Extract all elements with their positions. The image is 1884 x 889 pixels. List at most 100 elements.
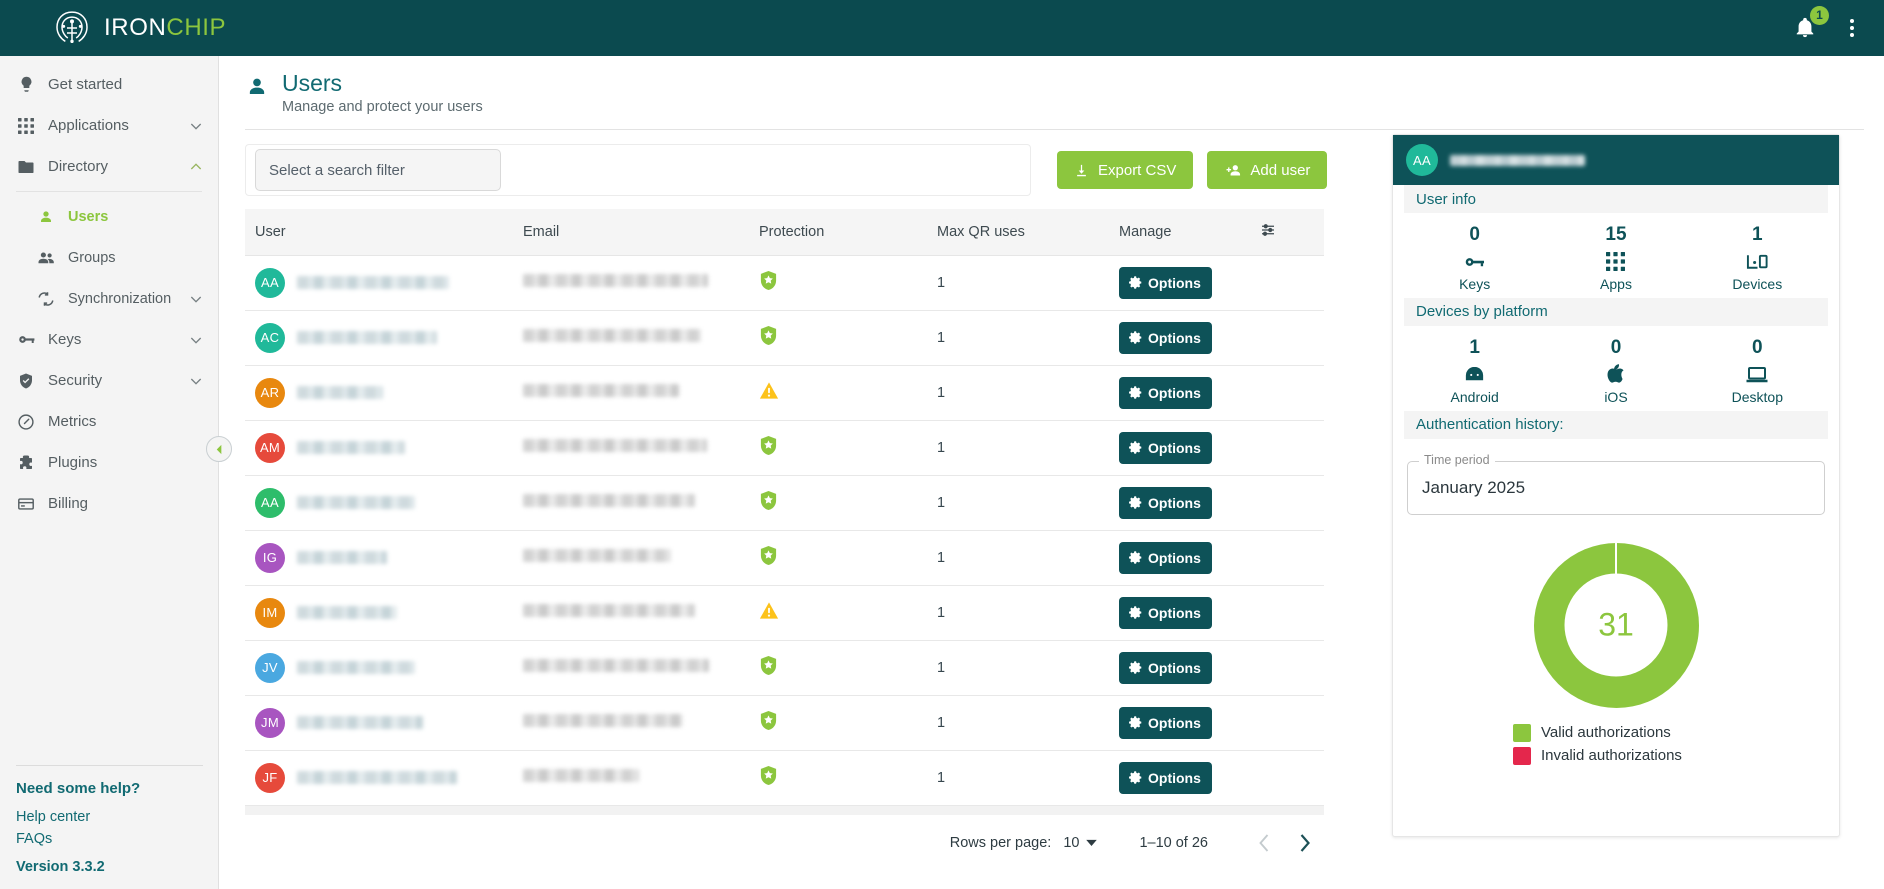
help-divider	[16, 765, 203, 766]
previous-page-button[interactable]	[1244, 823, 1284, 863]
time-period-label: Time period	[1419, 452, 1495, 467]
notifications-button[interactable]: 1	[1790, 6, 1829, 43]
user-info-heading: User info	[1404, 185, 1828, 213]
options-button[interactable]: Options	[1119, 706, 1212, 739]
max-qr-value: 1	[937, 604, 946, 621]
help-center-link[interactable]: Help center	[16, 809, 203, 825]
stat-value: 1	[1469, 336, 1480, 358]
options-button[interactable]: Options	[1119, 761, 1212, 794]
table-row[interactable]: IG 1 Options	[245, 530, 1324, 586]
sidebar-item-groups[interactable]: Groups	[0, 237, 218, 278]
cell-email	[513, 695, 749, 751]
table-row[interactable]: JV 1 Options	[245, 640, 1324, 696]
sidebar-item-security[interactable]: Security	[0, 360, 218, 401]
legend-label: Invalid authorizations	[1541, 747, 1682, 764]
table-row[interactable]: AA 1 Options	[245, 255, 1324, 311]
column-header-max-qr[interactable]: Max QR uses	[927, 209, 1109, 256]
options-button[interactable]: Options	[1119, 321, 1212, 354]
table-header-row: User Email Protection Max QR uses Manage	[245, 209, 1324, 256]
column-header-email[interactable]: Email	[513, 209, 749, 256]
sidebar-item-keys[interactable]: Keys	[0, 319, 218, 360]
options-button[interactable]: Options	[1119, 541, 1212, 574]
gear-icon	[1129, 551, 1142, 565]
table-row[interactable]: IM 1 Options	[245, 585, 1324, 641]
tune-icon[interactable]	[1259, 221, 1277, 243]
table-row[interactable]: AA 1 Options	[245, 475, 1324, 531]
max-qr-value: 1	[937, 549, 946, 566]
rows-per-page-select[interactable]: 10	[1063, 835, 1098, 851]
kebab-dot	[1850, 26, 1854, 30]
sidebar-collapse-button[interactable]	[206, 436, 232, 462]
add-user-button[interactable]: Add user	[1207, 151, 1328, 190]
more-options-button[interactable]	[1846, 15, 1858, 41]
sidebar-item-synchronization[interactable]: Synchronization	[0, 278, 218, 319]
cell-protection	[749, 310, 927, 366]
users-table: User Email Protection Max QR uses Manage	[245, 209, 1324, 806]
sidebar-item-applications[interactable]: Applications	[0, 105, 218, 146]
sidebar-item-get-started[interactable]: Get started	[0, 64, 218, 105]
puzzle-icon	[16, 453, 36, 473]
faqs-link[interactable]: FAQs	[16, 831, 203, 847]
devices-by-platform-heading: Devices by platform	[1404, 297, 1828, 326]
options-button[interactable]: Options	[1119, 651, 1212, 684]
sidebar-divider	[16, 191, 202, 192]
avatar: IG	[255, 542, 285, 573]
shield-star-icon	[760, 435, 777, 455]
chevron-down-icon	[190, 296, 202, 303]
redacted-email	[523, 273, 708, 287]
options-button[interactable]: Options	[1119, 596, 1212, 629]
stat-label: iOS	[1604, 388, 1628, 405]
max-qr-value: 1	[937, 769, 946, 786]
cell-manage: Options	[1109, 530, 1324, 586]
cell-email	[513, 365, 749, 421]
key-icon	[1404, 249, 1545, 275]
redacted-user-name	[297, 276, 449, 290]
column-header-protection[interactable]: Protection	[749, 209, 927, 256]
options-button[interactable]: Options	[1119, 486, 1212, 519]
sidebar-item-plugins[interactable]: Plugins	[0, 442, 218, 483]
sync-icon	[36, 289, 56, 309]
users-page-icon	[246, 76, 268, 103]
brand-name-second: CHIP	[166, 14, 227, 41]
sidebar-item-metrics[interactable]: Metrics	[0, 401, 218, 442]
kebab-dot	[1850, 19, 1854, 23]
sidebar-item-label: Synchronization	[68, 290, 172, 307]
options-label: Options	[1148, 714, 1201, 731]
column-header-user[interactable]: User	[245, 209, 513, 256]
sidebar-item-label: Plugins	[48, 454, 98, 471]
table-row[interactable]: JM 1 Options	[245, 695, 1324, 751]
folder-icon	[16, 157, 36, 177]
options-button[interactable]: Options	[1119, 431, 1212, 464]
redacted-email	[523, 658, 709, 672]
page-header: Users Manage and protect your users	[220, 56, 1884, 115]
column-header-manage[interactable]: Manage	[1109, 209, 1249, 256]
search-filter-container: Select a search filter	[245, 144, 1031, 197]
cell-email	[513, 750, 749, 806]
user-detail-panel: AA User info 0 Keys 15 Apps 1 Devices De…	[1392, 134, 1840, 837]
pagination-range: 1–10 of 26	[1139, 834, 1208, 851]
shield-star-icon	[760, 270, 777, 290]
table-row[interactable]: AR 1 Options	[245, 365, 1324, 421]
sidebar-item-billing[interactable]: Billing	[0, 483, 218, 524]
sidebar-item-users[interactable]: Users	[0, 196, 218, 237]
column-settings-header	[1249, 209, 1324, 256]
options-button[interactable]: Options	[1119, 266, 1212, 299]
sidebar-item-label: Billing	[48, 495, 89, 512]
donut-center-value: 31	[1598, 606, 1634, 643]
chevron-up-icon	[190, 162, 202, 169]
table-row[interactable]: JF 1 Options	[245, 750, 1324, 806]
search-filter-select[interactable]: Select a search filter	[255, 149, 501, 192]
options-label: Options	[1148, 659, 1201, 676]
cell-protection	[749, 530, 927, 586]
table-row[interactable]: AC 1 Options	[245, 310, 1324, 366]
time-period-field[interactable]: Time period January 2025	[1407, 452, 1825, 515]
next-page-button[interactable]	[1284, 823, 1324, 863]
table-row[interactable]: AM 1 Options	[245, 420, 1324, 476]
sidebar-item-directory[interactable]: Directory	[0, 146, 218, 187]
redacted-user-name	[297, 661, 415, 675]
options-button[interactable]: Options	[1119, 376, 1212, 409]
sidebar-item-label: Metrics	[48, 413, 97, 430]
brand-logo-group[interactable]: IRONCHIP	[52, 8, 226, 48]
export-csv-button[interactable]: Export CSV	[1057, 151, 1194, 190]
cell-max-qr: 1	[927, 695, 1109, 751]
